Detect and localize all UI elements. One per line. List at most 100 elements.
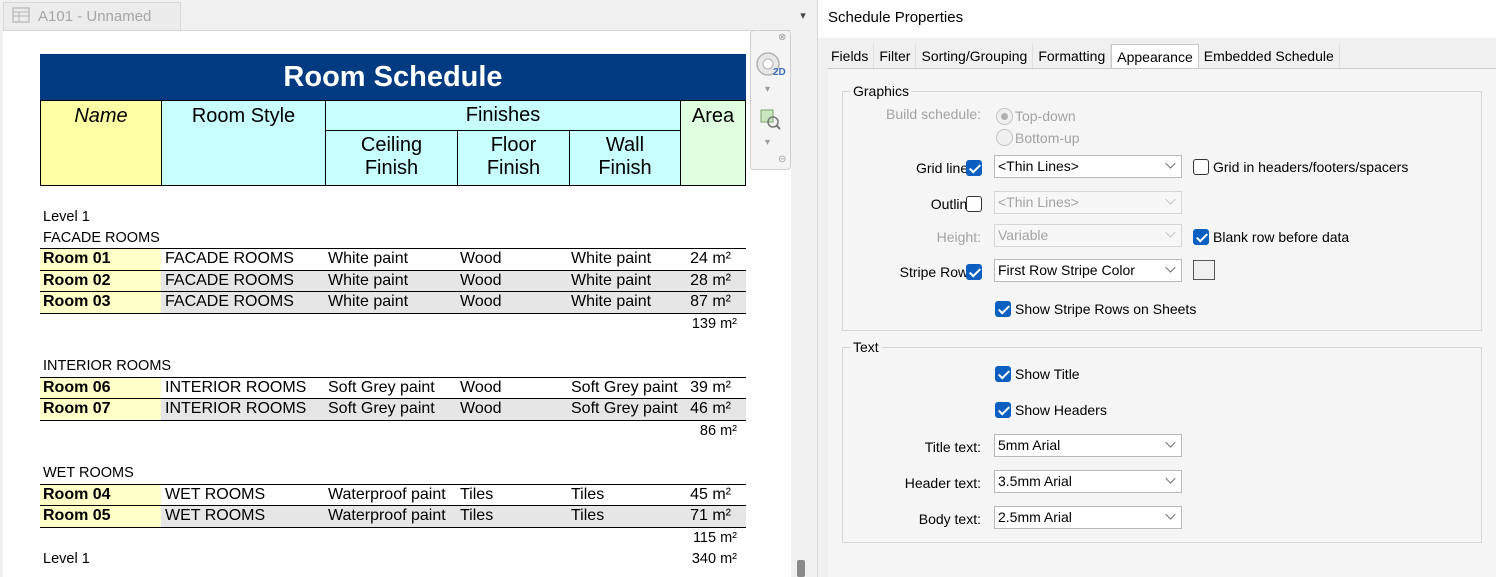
chevron-down-icon[interactable]: ▾	[765, 137, 770, 148]
show-headers-label: Show Headers	[1015, 402, 1107, 418]
body-text-value: 2.5mm Arial	[998, 509, 1072, 525]
room-style-cell: WET ROOMS	[165, 485, 266, 503]
room-name-cell: Room 07	[40, 399, 161, 420]
chevron-down-icon	[1165, 473, 1176, 484]
chevron-down-icon	[1165, 437, 1176, 448]
floor-cell: Wood	[460, 378, 502, 396]
floor-cell: Wood	[460, 400, 502, 417]
bottom-up-radio[interactable]	[996, 129, 1013, 146]
vertical-scrollbar[interactable]	[794, 30, 808, 577]
header-text-label: Header text:	[904, 475, 981, 491]
tab-sorting-grouping[interactable]: Sorting/Grouping	[916, 44, 1034, 68]
appearance-tab-body: Graphics Build schedule: Top-down Bottom…	[828, 68, 1496, 577]
wall-cell: Tiles	[571, 507, 605, 524]
table-row[interactable]: Room 07 INTERIOR ROOMS Soft Grey paint W…	[40, 398, 746, 420]
body-text-select[interactable]: 2.5mm Arial	[994, 506, 1182, 529]
properties-title: Schedule Properties	[828, 9, 964, 26]
schedule-view-pane: A101 - Unnamed ▾ Room Schedule Name Room…	[0, 0, 817, 577]
group-divider	[40, 526, 746, 528]
graphics-group: Graphics Build schedule: Top-down Bottom…	[842, 83, 1482, 331]
top-down-label: Top-down	[1015, 108, 1076, 124]
blank-row-checkbox[interactable]	[1193, 229, 1209, 245]
tab-appearance[interactable]: Appearance	[1111, 44, 1199, 69]
text-legend: Text	[850, 339, 882, 355]
tab-filter[interactable]: Filter	[874, 44, 917, 68]
scrollbar-thumb[interactable]	[797, 560, 805, 577]
stripe-rows-select[interactable]: First Row Stripe Color	[994, 259, 1182, 282]
outline-value: <Thin Lines>	[998, 194, 1079, 210]
schedule-properties-panel: Schedule Properties Fields Filter Sortin…	[817, 0, 1496, 577]
steering-wheel-2d-icon[interactable]: 2D	[755, 51, 787, 81]
table-row[interactable]: Room 04 WET ROOMS Waterproof paint Tiles…	[40, 483, 746, 505]
ceiling-cell: Waterproof paint	[328, 507, 446, 524]
room-style-cell: INTERIOR ROOMS	[165, 378, 307, 396]
title-text-select[interactable]: 5mm Arial	[994, 434, 1182, 457]
table-row[interactable]: Room 03 FACADE ROOMS White paint Wood Wh…	[40, 291, 746, 313]
header-floor-finish: Floor Finish	[457, 130, 570, 186]
ceiling-cell: White paint	[328, 293, 409, 310]
header-wall-finish: Wall Finish	[569, 130, 681, 186]
room-name-cell: Room 04	[40, 484, 161, 505]
floor-cell: Wood	[460, 250, 502, 267]
show-stripe-sheets-label: Show Stripe Rows on Sheets	[1015, 301, 1197, 317]
group-label-wet: WET ROOMS	[43, 465, 134, 481]
table-row[interactable]: Room 01 FACADE ROOMS White paint Wood Wh…	[40, 248, 746, 270]
outline-checkbox[interactable]	[966, 196, 982, 212]
room-style-cell: FACADE ROOMS	[165, 293, 294, 310]
table-row[interactable]: Room 02 FACADE ROOMS White paint Wood Wh…	[40, 269, 746, 291]
graphics-legend: Graphics	[850, 83, 913, 99]
schedule-sheet: Room Schedule Name Room Style Finishes C…	[3, 30, 791, 577]
tab-menu-chevron-icon[interactable]: ▾	[796, 9, 810, 22]
table-row[interactable]: Room 05 WET ROOMS Waterproof paint Tiles…	[40, 505, 746, 527]
stripe-rows-checkbox[interactable]	[966, 264, 982, 280]
group-total: 115 m²	[692, 530, 737, 546]
grid-in-headers-label: Grid in headers/footers/spacers	[1213, 159, 1409, 175]
schedule-view-icon	[12, 6, 30, 27]
tab-embedded-schedule[interactable]: Embedded Schedule	[1199, 44, 1340, 68]
show-title-checkbox[interactable]	[995, 366, 1011, 382]
area-cell: 71 m²	[690, 507, 731, 524]
ceiling-cell: White paint	[328, 271, 409, 289]
level-label: Level 1	[43, 209, 90, 225]
view-2d-label: 2D	[773, 67, 786, 78]
chevron-down-icon	[1165, 262, 1176, 273]
body-text-label: Body text:	[918, 511, 981, 527]
group-divider	[40, 419, 746, 421]
chevron-down-icon	[1165, 194, 1176, 205]
options-icon[interactable]: ⊝	[778, 154, 786, 165]
outline-select[interactable]: <Thin Lines>	[994, 191, 1182, 214]
height-label: Height:	[936, 229, 981, 245]
header-name: Name	[40, 100, 162, 186]
chevron-down-icon[interactable]: ▾	[765, 84, 770, 95]
text-group: Text Show Title Show Headers Title text:…	[842, 339, 1482, 543]
room-name-cell: Room 02	[40, 270, 161, 291]
area-cell: 24 m²	[690, 250, 731, 267]
wall-cell: White paint	[571, 250, 652, 267]
grid-in-headers-checkbox[interactable]	[1193, 159, 1209, 175]
area-cell: 46 m²	[690, 400, 731, 417]
stripe-color-swatch[interactable]	[1193, 260, 1215, 280]
grid-lines-checkbox[interactable]	[966, 160, 982, 176]
floor-cell: Tiles	[460, 485, 494, 503]
room-style-cell: FACADE ROOMS	[165, 271, 294, 289]
tab-fields[interactable]: Fields	[826, 44, 875, 68]
show-title-label: Show Title	[1015, 366, 1080, 382]
view-tab[interactable]: A101 - Unnamed	[3, 2, 181, 30]
table-row[interactable]: Room 06 INTERIOR ROOMS Soft Grey paint W…	[40, 376, 746, 398]
tab-formatting[interactable]: Formatting	[1033, 44, 1112, 68]
grid-lines-select[interactable]: <Thin Lines>	[994, 155, 1182, 178]
properties-tabs: Fields Filter Sorting/Grouping Formattin…	[826, 44, 1340, 69]
wall-cell: Soft Grey paint	[571, 378, 678, 396]
group-label-interior: INTERIOR ROOMS	[43, 358, 172, 374]
wall-cell: White paint	[571, 293, 652, 310]
header-text-select[interactable]: 3.5mm Arial	[994, 470, 1182, 493]
close-icon[interactable]: ⊗	[778, 32, 786, 43]
show-headers-checkbox[interactable]	[995, 402, 1011, 418]
show-stripe-sheets-checkbox[interactable]	[995, 301, 1011, 317]
area-cell: 39 m²	[690, 378, 731, 396]
header-area: Area	[680, 100, 746, 186]
height-select[interactable]: Variable	[994, 224, 1182, 247]
top-down-radio[interactable]	[996, 108, 1013, 125]
zoom-window-icon[interactable]	[760, 109, 782, 131]
header-finishes: Finishes	[325, 100, 681, 131]
